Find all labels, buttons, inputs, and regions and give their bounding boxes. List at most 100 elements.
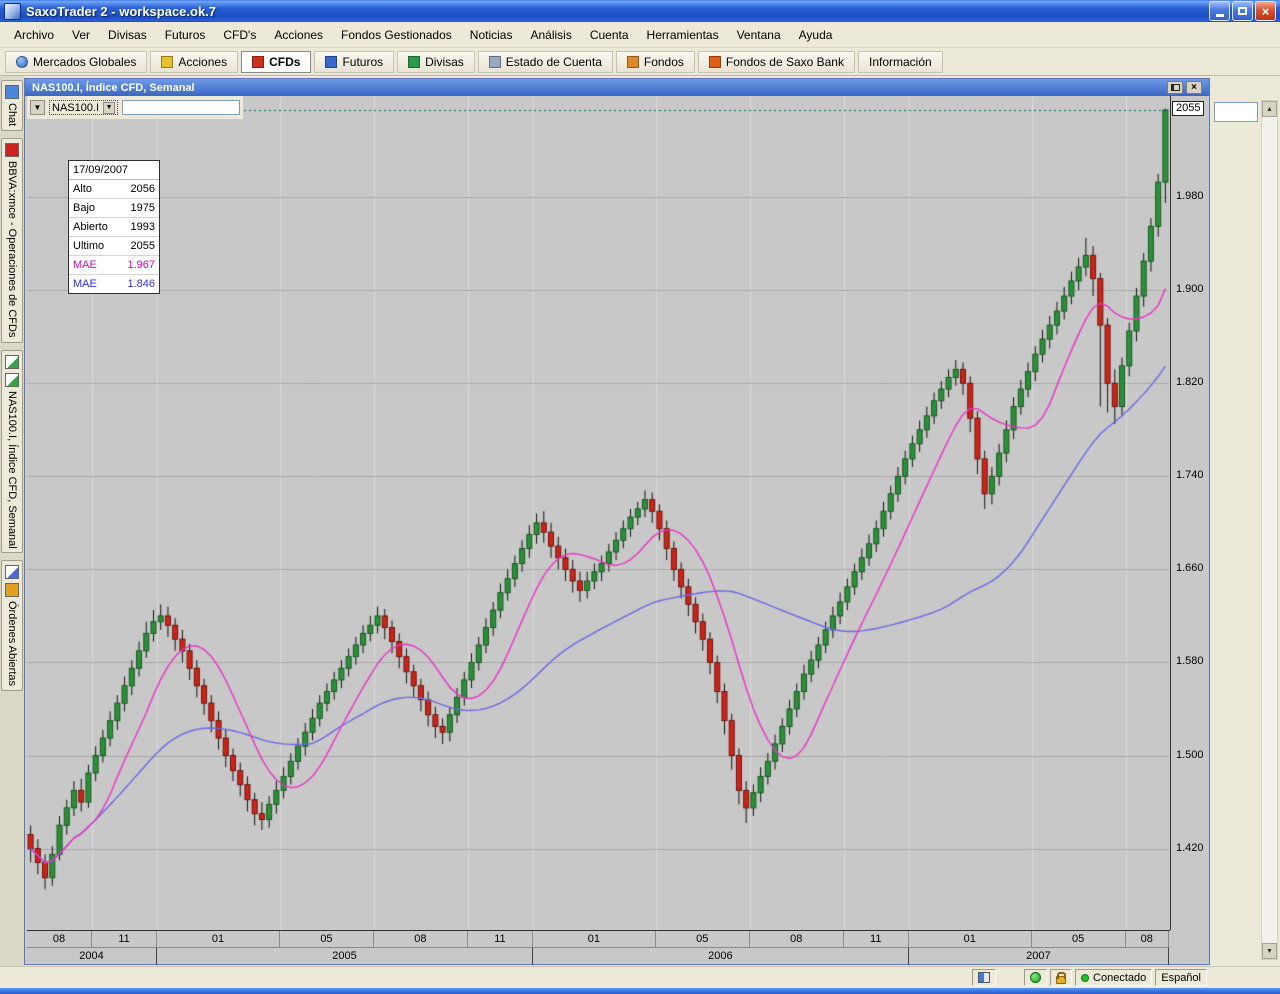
network-status[interactable] <box>1024 969 1047 986</box>
tab-label: Divisas <box>425 55 464 69</box>
time-axis-years[interactable]: 2004200520062007 <box>27 947 1170 965</box>
doc-icon <box>5 565 19 579</box>
tab-label: Futuros <box>342 55 383 69</box>
minimize-button[interactable] <box>1209 1 1230 21</box>
application-window: SaxoTrader 2 - workspace.ok.7 × ArchivoV… <box>0 0 1280 994</box>
chart-plot-area[interactable]: ▼ NAS100.I ▼ 17/09/2007 Alto2056Bajo1975… <box>27 96 1169 930</box>
menu-noticias[interactable]: Noticias <box>461 23 522 47</box>
tab-label: Fondos <box>644 55 684 69</box>
scrollbar-track[interactable] <box>1262 117 1277 943</box>
month-label: 11 <box>844 931 909 948</box>
price-axis-label: 1.980 <box>1176 190 1204 202</box>
language-label: Español <box>1161 972 1201 984</box>
tab-fondos[interactable]: Fondos <box>616 51 695 73</box>
scroll-down-button[interactable]: ▼ <box>1262 943 1277 959</box>
price-axis[interactable]: 2055 1.9801.9001.8201.7401.6601.5801.500… <box>1170 96 1210 930</box>
fx-icon <box>408 56 420 68</box>
menu-divisas[interactable]: Divisas <box>99 23 156 47</box>
menu-cuenta[interactable]: Cuenta <box>581 23 638 47</box>
menu-ayuda[interactable]: Ayuda <box>790 23 842 47</box>
restore-button[interactable] <box>1232 1 1253 21</box>
month-label: 11 <box>92 931 157 948</box>
trade-ticket-icon <box>5 143 19 157</box>
menu-ver[interactable]: Ver <box>63 23 99 47</box>
vertical-scrollbar[interactable]: ▲ ▼ <box>1261 100 1278 960</box>
status-bar: Conectado Español <box>0 966 1280 988</box>
left-dock: Chat BBVA:xmce - Operaciones de CFDs NAS10… <box>0 76 24 966</box>
chart-window-titlebar[interactable]: NAS100.I, Índice CFD, Semanal × <box>25 79 1209 96</box>
year-label: 2006 <box>533 948 909 965</box>
close-button[interactable]: × <box>1255 1 1276 21</box>
account-icon <box>978 972 990 983</box>
month-label: 08 <box>27 931 92 948</box>
minimize-icon <box>1216 14 1224 17</box>
tab-mercados-globales[interactable]: Mercados Globales <box>5 51 147 73</box>
menu-an-lisis[interactable]: Análisis <box>521 23 580 47</box>
year-label: 2007 <box>909 948 1169 965</box>
futures-icon <box>325 56 337 68</box>
dock-tab-bbva-xmce-operaciones-de-cfds[interactable]: BBVA:xmce - Operaciones de CFDs <box>1 138 23 342</box>
menu-ventana[interactable]: Ventana <box>728 23 790 47</box>
tab-label: Acciones <box>178 55 227 69</box>
chart-menu-button[interactable]: ▼ <box>30 100 45 115</box>
tab-informaci-n[interactable]: Información <box>858 51 943 73</box>
right-panel: ▲ ▼ <box>1212 76 1280 966</box>
scroll-up-button[interactable]: ▲ <box>1262 101 1277 117</box>
chart-close-button[interactable]: × <box>1186 81 1202 94</box>
dock-tab-label: NAS100.I, Índice CFD, Semanal <box>6 391 18 549</box>
menu-herramientas[interactable]: Herramientas <box>638 23 728 47</box>
hidden-panel-field[interactable] <box>1214 102 1258 122</box>
chart-tooltip: 17/09/2007 Alto2056Bajo1975Abierto1993Ul… <box>68 160 160 294</box>
saxo-funds-icon <box>709 56 721 68</box>
month-label: 01 <box>157 931 280 948</box>
app-icon <box>4 3 21 20</box>
menu-acciones[interactable]: Acciones <box>265 23 332 47</box>
dock-tab-nas100-i-ndice-cfd-semanal[interactable]: NAS100.I, Índice CFD, Semanal <box>1 350 23 554</box>
title-bar[interactable]: SaxoTrader 2 - workspace.ok.7 × <box>0 0 1280 22</box>
tooltip-row: Ultimo2055 <box>69 237 159 256</box>
tab-cfds[interactable]: CFDs <box>241 51 311 73</box>
menu-archivo[interactable]: Archivo <box>5 23 63 47</box>
tab-divisas[interactable]: Divisas <box>397 51 475 73</box>
cfds-icon <box>252 56 264 68</box>
tab-estado-de-cuenta[interactable]: Estado de Cuenta <box>478 51 613 73</box>
security-status[interactable] <box>1050 969 1072 986</box>
price-axis-label: 1.900 <box>1176 283 1204 295</box>
chevron-down-icon: ▼ <box>103 102 115 114</box>
connection-status: Conectado <box>1075 969 1152 986</box>
instrument-combo[interactable]: NAS100.I ▼ <box>49 100 118 115</box>
tooltip-row: Alto2056 <box>69 180 159 199</box>
connected-indicator-icon <box>1081 974 1089 982</box>
tab-futuros[interactable]: Futuros <box>314 51 394 73</box>
page-tab-bar: Mercados Globales Acciones CFDs Futuros Divi… <box>0 48 1280 76</box>
dock-tab-chat[interactable]: Chat <box>1 80 23 131</box>
language-selector[interactable]: Español <box>1155 969 1207 986</box>
menu-cfd-s[interactable]: CFD's <box>214 23 265 47</box>
tooltip-row: MAE1.846 <box>69 275 159 293</box>
taskbar-edge[interactable] <box>0 988 1280 994</box>
chat-icon <box>5 85 19 99</box>
tooltip-date: 17/09/2007 <box>69 161 159 180</box>
year-label: 2004 <box>27 948 157 965</box>
open-orders-icon <box>5 583 19 597</box>
dock-tab-label: Chat <box>6 103 18 126</box>
month-label: 05 <box>656 931 750 948</box>
account-status-button[interactable] <box>972 969 996 986</box>
price-axis-label: 1.660 <box>1176 562 1204 574</box>
tab-label: Información <box>869 55 932 69</box>
tab-label: Fondos de Saxo Bank <box>726 55 844 69</box>
month-label: 08 <box>374 931 468 948</box>
menu-fondos-gestionados[interactable]: Fondos Gestionados <box>332 23 461 47</box>
dock-tab-label: Órdenes Abiertas <box>6 601 18 686</box>
tab-acciones[interactable]: Acciones <box>150 51 238 73</box>
chart-doc-icon <box>5 373 19 387</box>
dock-tab-rdenes-abiertas[interactable]: Órdenes Abiertas <box>1 560 23 691</box>
stocks-icon <box>161 56 173 68</box>
menu-futuros[interactable]: Futuros <box>156 23 215 47</box>
chart-text-input[interactable] <box>122 100 240 115</box>
tab-fondos-de-saxo-bank[interactable]: Fondos de Saxo Bank <box>698 51 855 73</box>
dock-window-button[interactable] <box>1167 81 1183 94</box>
candlestick-chart-canvas[interactable] <box>27 96 1169 930</box>
tooltip-row: Abierto1993 <box>69 218 159 237</box>
time-axis-months[interactable]: 08110105081101050811010508 <box>27 930 1170 948</box>
